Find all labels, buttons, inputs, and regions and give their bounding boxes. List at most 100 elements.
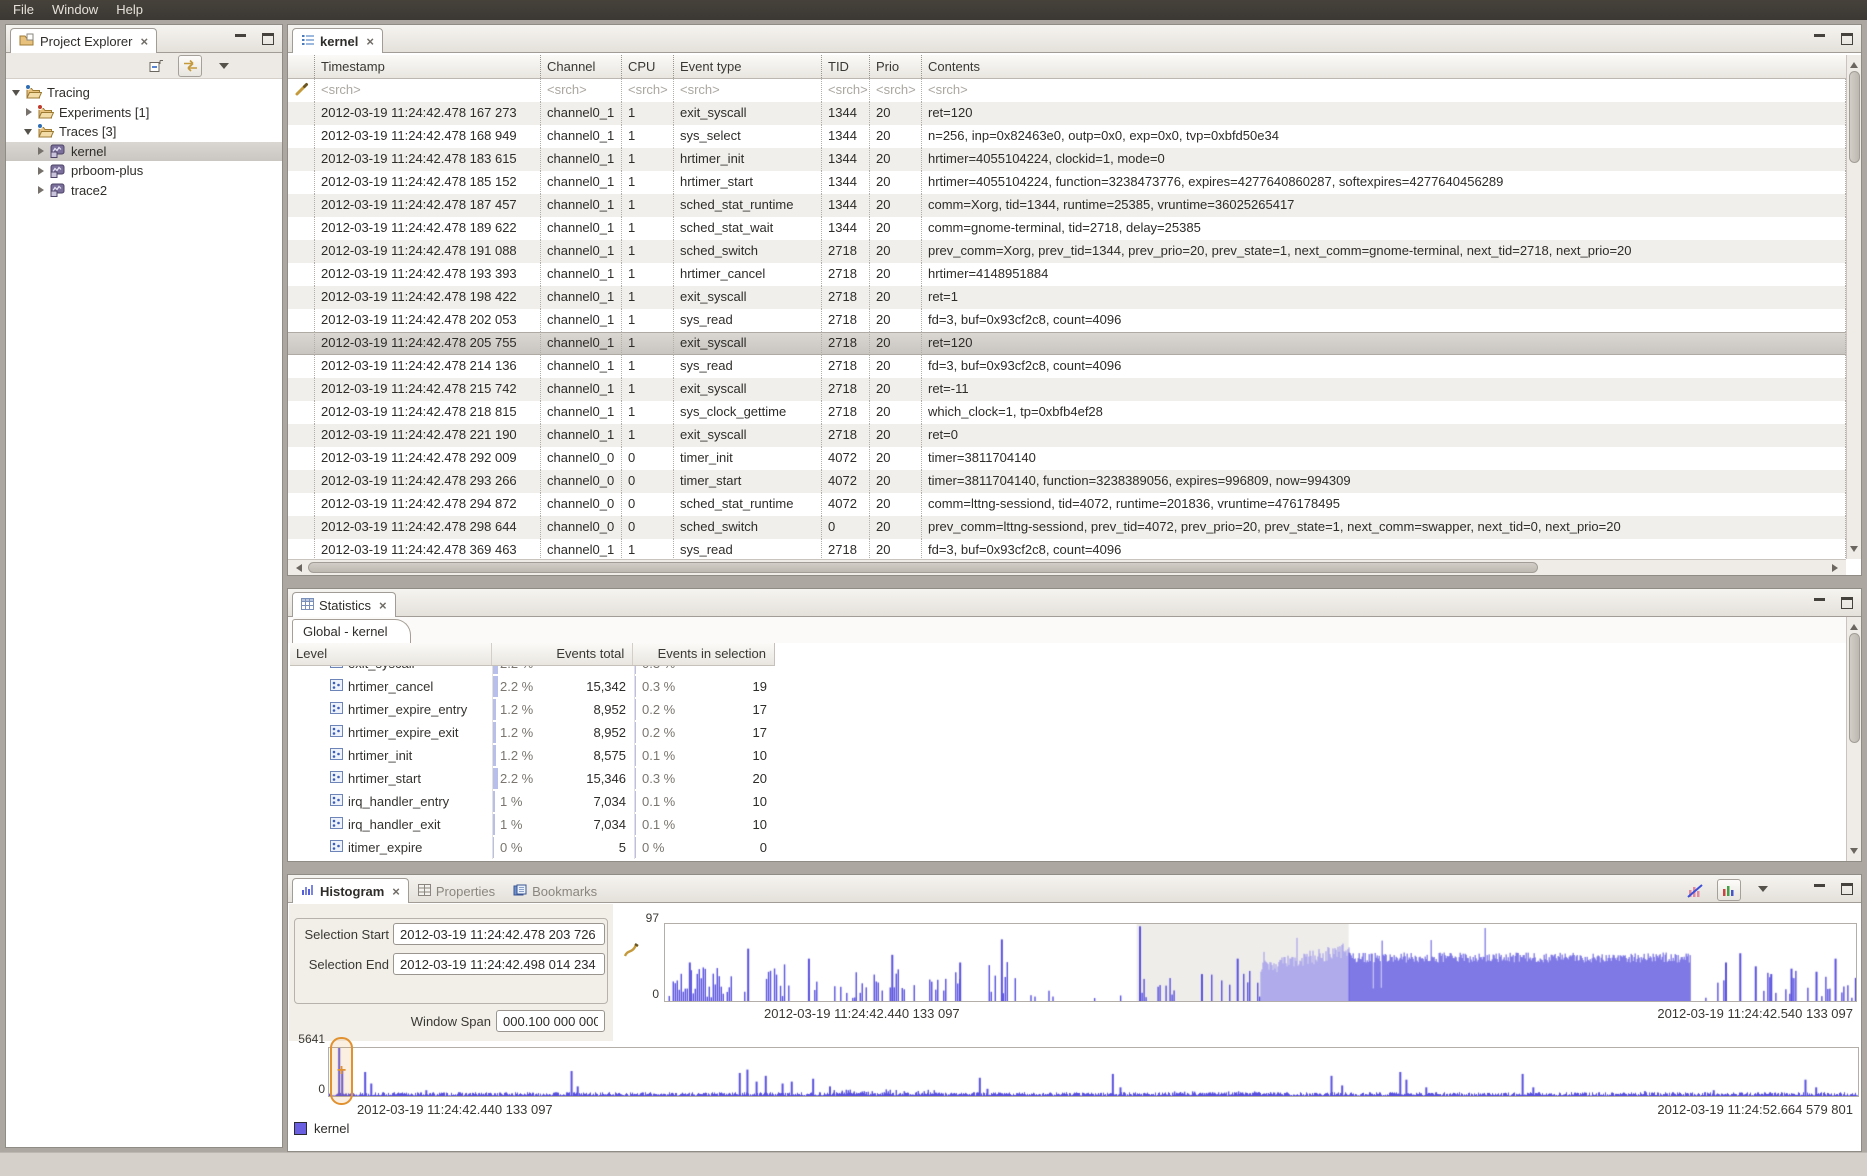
table-row[interactable]: 2012-03-19 11:24:42.478 168 949channel0_… — [288, 125, 1846, 148]
table-row[interactable]: 2012-03-19 11:24:42.478 218 815channel0_… — [288, 401, 1846, 424]
column-level[interactable]: Level — [290, 643, 492, 665]
scrollbar-thumb[interactable] — [1849, 71, 1860, 163]
table-row[interactable]: 2012-03-19 11:24:42.478 214 136channel0_… — [288, 355, 1846, 378]
table-row[interactable]: 2012-03-19 11:24:42.478 298 644channel0_… — [288, 516, 1846, 539]
tab-histogram[interactable]: Histogram × — [292, 878, 409, 903]
tab-bookmarks[interactable]: Bookmarks — [504, 878, 606, 903]
events-horizontal-scrollbar[interactable] — [288, 559, 1846, 575]
fullrange-histogram-canvas[interactable] — [329, 1048, 1858, 1096]
close-icon[interactable]: × — [379, 598, 387, 613]
view-menu-button[interactable] — [212, 55, 236, 77]
filter-timestamp[interactable]: <srch> — [315, 79, 541, 102]
table-row[interactable]: 2012-03-19 11:24:42.478 193 393channel0_… — [288, 263, 1846, 286]
tree-item-experiments-1-[interactable]: Experiments [1] — [6, 103, 282, 123]
tab-statistics[interactable]: Statistics × — [292, 592, 396, 617]
scroll-left-icon[interactable] — [292, 564, 302, 572]
scrollbar-thumb[interactable] — [1849, 633, 1860, 743]
trace-coloring-button[interactable] — [1717, 879, 1741, 901]
timerange-histogram-plot[interactable] — [664, 923, 1857, 1002]
table-row[interactable]: 2012-03-19 11:24:42.478 221 190channel0_… — [288, 424, 1846, 447]
subtab-global-kernel[interactable]: Global - kernel — [292, 619, 411, 643]
filter-contents[interactable]: <srch> — [922, 79, 1846, 102]
close-icon[interactable]: × — [392, 884, 400, 899]
table-row[interactable]: 2012-03-19 11:24:42.478 183 615channel0_… — [288, 148, 1846, 171]
events-filter-row[interactable]: <srch><srch><srch><srch><srch><srch><src… — [288, 79, 1846, 102]
collapse-arrow-icon[interactable] — [24, 125, 34, 139]
column-timestamp[interactable]: Timestamp — [315, 55, 541, 78]
minimize-button[interactable] — [1814, 34, 1825, 44]
filter-event-type[interactable]: <srch> — [674, 79, 822, 102]
tab-project-explorer[interactable]: Project Explorer × — [10, 28, 157, 53]
statistics-row[interactable]: irq_handler_entry1 %7,0340.1 %10 — [290, 790, 775, 813]
table-row[interactable]: 2012-03-19 11:24:42.478 185 152channel0_… — [288, 171, 1846, 194]
timerange-histogram-canvas[interactable] — [665, 924, 1856, 1001]
link-selection-icon[interactable] — [620, 941, 640, 966]
column-prio[interactable]: Prio — [870, 55, 922, 78]
statistics-row[interactable]: hrtimer_init1.2 %8,5750.1 %10 — [290, 744, 775, 767]
statistics-row[interactable]: hrtimer_start2.2 %15,3460.3 %20 — [290, 767, 775, 790]
events-vertical-scrollbar[interactable] — [1846, 55, 1861, 559]
tree-item-traces-3-[interactable]: Traces [3] — [6, 122, 282, 142]
statistics-row[interactable]: hrtimer_expire_exit1.2 %8,9520.2 %17 — [290, 721, 775, 744]
selection-range-marker[interactable]: + — [330, 1037, 353, 1105]
tree-item-prboom-plus[interactable]: prboom-plus — [6, 161, 282, 181]
close-icon[interactable]: × — [366, 34, 374, 49]
tab-properties[interactable]: Properties — [409, 878, 504, 903]
column-contents[interactable]: Contents — [922, 55, 1846, 78]
statistics-row[interactable]: exit_syscall2.2 %0.3 % — [290, 666, 775, 675]
fullrange-histogram-plot[interactable] — [328, 1047, 1859, 1097]
expand-arrow-icon[interactable] — [36, 186, 46, 194]
minimize-button[interactable] — [1814, 598, 1825, 608]
tree-item-tracing[interactable]: Tracing — [6, 83, 282, 103]
scroll-up-icon[interactable] — [1850, 620, 1858, 630]
tree-item-kernel[interactable]: kernel — [6, 142, 282, 162]
column-channel[interactable]: Channel — [541, 55, 622, 78]
table-row[interactable]: 2012-03-19 11:24:42.478 205 755channel0_… — [288, 332, 1846, 355]
filter-cpu[interactable]: <srch> — [622, 79, 674, 102]
statistics-row[interactable]: hrtimer_cancel2.2 %15,3420.3 %19 — [290, 675, 775, 698]
statistics-row[interactable]: hrtimer_expire_entry1.2 %8,9520.2 %17 — [290, 698, 775, 721]
tree-item-trace2[interactable]: trace2 — [6, 181, 282, 201]
minimize-button[interactable] — [1814, 884, 1825, 894]
table-row[interactable]: 2012-03-19 11:24:42.478 293 266channel0_… — [288, 470, 1846, 493]
column-cpu[interactable]: CPU — [622, 55, 674, 78]
menu-file[interactable]: File — [4, 0, 43, 20]
close-icon[interactable]: × — [140, 34, 148, 49]
tab-kernel[interactable]: kernel × — [292, 28, 383, 53]
scroll-down-icon[interactable] — [1850, 848, 1858, 858]
minimize-button[interactable] — [235, 34, 246, 44]
view-menu-button[interactable] — [1751, 879, 1775, 901]
window-span-input[interactable] — [496, 1010, 605, 1032]
filter-tid[interactable]: <srch> — [822, 79, 870, 102]
filter-channel[interactable]: <srch> — [541, 79, 622, 102]
menu-help[interactable]: Help — [107, 0, 152, 20]
column-tid[interactable]: TID — [822, 55, 870, 78]
column-event-type[interactable]: Event type — [674, 55, 822, 78]
statistics-vertical-scrollbar[interactable] — [1846, 617, 1861, 861]
table-row[interactable]: 2012-03-19 11:24:42.478 215 742channel0_… — [288, 378, 1846, 401]
menu-window[interactable]: Window — [43, 0, 107, 20]
column-events-in-selection[interactable]: Events in selection — [633, 643, 774, 665]
table-row[interactable]: 2012-03-19 11:24:42.478 292 009channel0_… — [288, 447, 1846, 470]
collapse-all-button[interactable] — [144, 55, 168, 77]
statistics-row[interactable]: itimer_expire0 %50 %0 — [290, 836, 775, 859]
table-row[interactable]: 2012-03-19 11:24:42.478 187 457channel0_… — [288, 194, 1846, 217]
maximize-button[interactable] — [1841, 33, 1853, 45]
scroll-up-icon[interactable] — [1850, 58, 1858, 68]
statistics-row[interactable]: irq_handler_exit1 %7,0340.1 %10 — [290, 813, 775, 836]
maximize-button[interactable] — [262, 33, 274, 45]
maximize-button[interactable] — [1841, 883, 1853, 895]
search-wand-icon[interactable] — [294, 82, 309, 100]
expand-arrow-icon[interactable] — [24, 108, 34, 116]
table-row[interactable]: 2012-03-19 11:24:42.478 198 422channel0_… — [288, 286, 1846, 309]
maximize-button[interactable] — [1841, 597, 1853, 609]
scrollbar-thumb[interactable] — [308, 562, 1538, 573]
statistics-clipped-row[interactable]: exit_syscall2.2 %0.3 % — [290, 666, 775, 675]
table-row[interactable]: 2012-03-19 11:24:42.478 294 872channel0_… — [288, 493, 1846, 516]
table-row[interactable]: 2012-03-19 11:24:42.478 167 273channel0_… — [288, 102, 1846, 125]
collapse-arrow-icon[interactable] — [12, 86, 22, 100]
filter-prio[interactable]: <srch> — [870, 79, 922, 102]
link-with-editor-button[interactable] — [178, 55, 202, 77]
expand-arrow-icon[interactable] — [36, 167, 46, 175]
table-row[interactable]: 2012-03-19 11:24:42.478 202 053channel0_… — [288, 309, 1846, 332]
